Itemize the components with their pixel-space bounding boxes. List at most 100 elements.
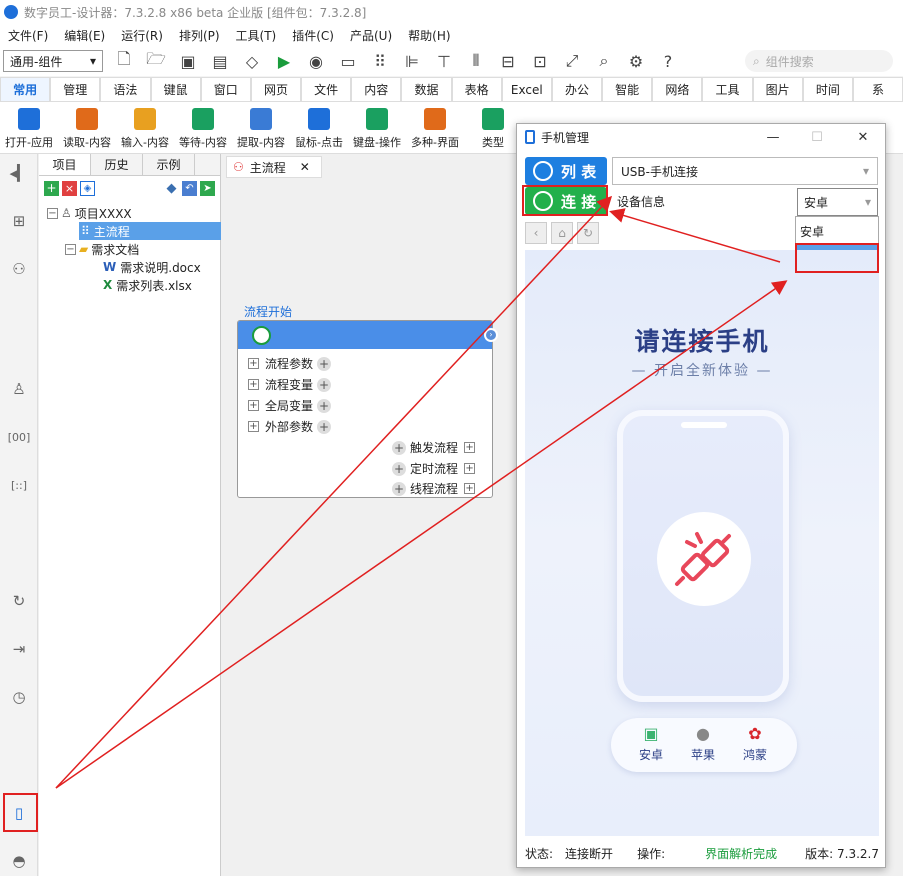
ribbon-button-8[interactable]: 类型 — [464, 102, 522, 153]
close-tab-icon[interactable]: ✕ — [300, 160, 310, 174]
expand-icon[interactable]: + — [464, 442, 476, 453]
ribbon-tab-16[interactable]: 时间 — [802, 77, 853, 101]
python-icon[interactable]: ◆ — [164, 181, 179, 196]
menu-help[interactable]: 帮助(H) — [400, 27, 458, 44]
os-select[interactable]: 安卓 ▾ — [797, 188, 878, 216]
flow-start-block[interactable]: › + 流程参数 + + 流程变量 + + 全局变量 + + 外部参数 + + 触发流程 + + 定时… — [237, 320, 498, 498]
ribbon-button-0[interactable]: 打开-应用 — [0, 102, 58, 153]
add-icon[interactable]: + — [317, 419, 332, 434]
play-icon[interactable] — [252, 326, 271, 345]
ribbon-tab-14[interactable]: 工具 — [702, 77, 753, 101]
collapse-icon[interactable]: − — [65, 243, 76, 255]
users-icon[interactable]: ⚇ — [8, 258, 30, 280]
ocr-icon[interactable]: [00] — [8, 426, 31, 448]
ribbon-tab-10[interactable]: Excel — [501, 77, 552, 101]
ribbon-button-6[interactable]: 键盘-操作 — [348, 102, 406, 153]
stop-icon[interactable]: ◉ — [305, 50, 327, 72]
ribbon-button-2[interactable]: 输入-内容 — [116, 102, 174, 153]
menu-file[interactable]: 文件(F) — [0, 27, 56, 44]
timer-icon[interactable]: ◷ — [8, 686, 30, 708]
tab-examples[interactable]: 示例 — [143, 154, 195, 175]
fullscreen-icon[interactable]: ⤢ — [561, 50, 583, 72]
tree-project-node[interactable]: − ♙ 项目XXXX — [47, 204, 132, 222]
global-var-row[interactable]: + 全局变量 + — [248, 397, 332, 414]
close-icon[interactable]: ✕ — [851, 127, 875, 147]
list-button[interactable]: 列 表 — [525, 157, 607, 185]
menu-edit[interactable]: 编辑(E) — [56, 27, 113, 44]
align-left-icon[interactable]: ⊫ — [401, 50, 423, 72]
tree-doc-excel[interactable]: X 需求列表.xlsx — [103, 276, 192, 294]
tree-docs-folder[interactable]: − ▰ 需求文档 — [65, 240, 139, 258]
align-top-icon[interactable]: ⊤ — [433, 50, 455, 72]
menu-arrange[interactable]: 排列(P) — [171, 27, 228, 44]
ribbon-button-7[interactable]: 多种-界面 — [406, 102, 464, 153]
import-icon[interactable]: ⇥ — [8, 638, 30, 660]
tree-main-flow[interactable]: ⠿ 主流程 — [79, 222, 221, 240]
timer-flow-row[interactable]: + 定时流程 + — [392, 460, 476, 477]
ribbon-tab-13[interactable]: 网络 — [652, 77, 703, 101]
record-icon[interactable]: ▭ — [337, 50, 359, 72]
open-folder-icon[interactable]: 🗁 — [145, 49, 167, 72]
expand-icon[interactable]: + — [464, 463, 476, 474]
flow-canvas[interactable]: ⚇ 主流程 ✕ 流程开始 › + 流程参数 + + 流程变量 + + 全局变量 + + 外部参数 +… — [222, 154, 518, 876]
ribbon-tab-6[interactable]: 文件 — [301, 77, 352, 101]
flow-param-row[interactable]: + 流程参数 + — [248, 355, 332, 372]
ribbon-tab-1[interactable]: 管理 — [50, 77, 101, 101]
ribbon-tab-7[interactable]: 内容 — [351, 77, 402, 101]
robot-icon[interactable]: ♙ — [8, 378, 30, 400]
connection-type-select[interactable]: USB-手机连接 ▾ — [612, 157, 878, 185]
collapse-icon[interactable]: − — [47, 207, 58, 219]
ribbon-tab-11[interactable]: 办公 — [551, 77, 603, 101]
refresh-icon[interactable]: ↻ — [577, 222, 599, 244]
expand-icon[interactable]: + — [464, 483, 476, 494]
run-icon[interactable]: ▶ — [273, 50, 295, 72]
tab-project[interactable]: 项目 — [39, 154, 91, 175]
component-search-input[interactable]: ⌕ 组件搜索 — [745, 50, 893, 72]
menu-plugins[interactable]: 插件(C) — [284, 27, 342, 44]
trigger-flow-row[interactable]: + 触发流程 + — [392, 439, 476, 456]
distribute-icon[interactable]: ⫴ — [465, 50, 487, 72]
refresh-icon[interactable]: ↻ — [8, 590, 30, 612]
scan-icon[interactable]: [::] — [8, 474, 30, 496]
collapse-icon[interactable]: ◂▎ — [8, 162, 30, 184]
apps-icon[interactable]: ⊞ — [8, 210, 30, 232]
save-icon[interactable]: ▣ — [177, 50, 199, 72]
expand-icon[interactable]: + — [248, 379, 259, 390]
tab-main-flow[interactable]: ⚇ 主流程 ✕ — [226, 156, 322, 178]
ribbon-tab-3[interactable]: 键鼠 — [150, 77, 201, 101]
ribbon-tab-17[interactable]: 系 — [852, 77, 903, 101]
flow-var-row[interactable]: + 流程变量 + — [248, 376, 332, 393]
menu-product[interactable]: 产品(U) — [342, 27, 400, 44]
ribbon-button-4[interactable]: 提取-内容 — [232, 102, 290, 153]
component-category-select[interactable]: 通用-组件 ▾ — [3, 50, 103, 72]
add-icon[interactable]: + — [392, 481, 406, 496]
ribbon-tab-0[interactable]: 常用 — [0, 77, 51, 101]
ribbon-tab-2[interactable]: 语法 — [100, 77, 151, 101]
ribbon-tab-9[interactable]: 表格 — [451, 77, 502, 101]
back-icon[interactable]: ‹ — [525, 222, 547, 244]
grid-icon[interactable]: ⠿ — [369, 50, 391, 72]
cube-icon[interactable]: ◈ — [80, 181, 95, 196]
maximize-icon[interactable]: ☐ — [805, 127, 829, 147]
expand-icon[interactable]: + — [248, 358, 259, 369]
add-icon[interactable]: + — [392, 440, 406, 455]
menu-run[interactable]: 运行(R) — [113, 27, 171, 44]
expand-icon[interactable]: + — [248, 421, 259, 432]
add-icon[interactable]: + — [317, 356, 332, 371]
code-icon[interactable]: ◇ — [241, 50, 263, 72]
undo-icon[interactable]: ↶ — [182, 181, 197, 196]
new-file-icon[interactable]: 🗋 — [113, 49, 135, 72]
expand-icon[interactable]: › — [484, 328, 498, 342]
tab-history[interactable]: 历史 — [91, 154, 143, 175]
add-icon[interactable]: + — [392, 461, 406, 476]
home-icon[interactable]: ⌂ — [551, 222, 573, 244]
close-icon[interactable]: × — [62, 181, 77, 196]
ribbon-button-1[interactable]: 读取-内容 — [58, 102, 116, 153]
menu-tools[interactable]: 工具(T) — [228, 27, 285, 44]
ribbon-tab-4[interactable]: 窗口 — [200, 77, 251, 101]
ribbon-tab-12[interactable]: 智能 — [602, 77, 653, 101]
send-icon[interactable]: ➤ — [200, 181, 215, 196]
align-center-icon[interactable]: ⊟ — [497, 50, 519, 72]
add-icon[interactable]: + — [317, 377, 332, 392]
help-icon[interactable]: ? — [657, 50, 679, 72]
